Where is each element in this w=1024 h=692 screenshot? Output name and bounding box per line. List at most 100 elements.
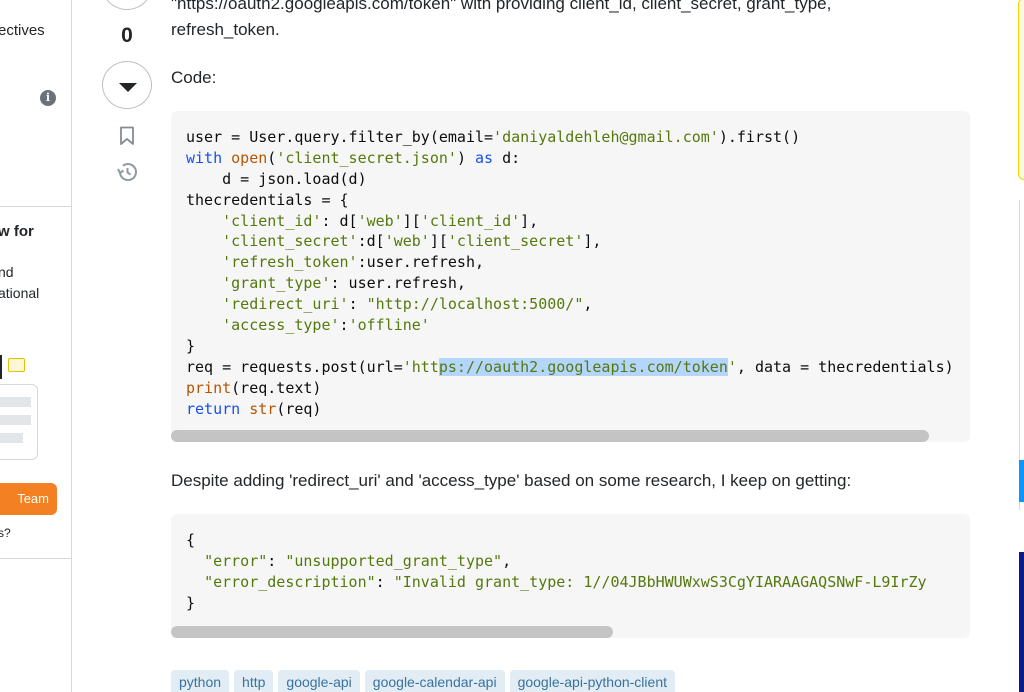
skeleton-line xyxy=(0,415,31,425)
code-line: d = json.load(d) xyxy=(186,169,970,190)
info-icon[interactable]: i xyxy=(40,90,56,106)
sidebar-text-line: ational xyxy=(0,285,40,301)
sidebar-question-link[interactable]: s? xyxy=(0,526,11,540)
code-line: 'grant_type': user.refresh, xyxy=(186,273,970,294)
code-token: : xyxy=(348,295,367,314)
sidebar-illustration-card xyxy=(0,384,38,460)
code-token: str xyxy=(249,399,277,418)
code-line: with open('client_secret.json') as d: xyxy=(186,148,970,169)
code-token: 'client_secret.json' xyxy=(276,148,457,167)
create-team-button[interactable]: Team xyxy=(0,483,57,515)
code-token: : d[ xyxy=(321,211,358,230)
history-icon[interactable] xyxy=(115,160,139,184)
tag-http[interactable]: http xyxy=(234,670,274,692)
code-token: ) xyxy=(456,148,475,167)
code-token: ' xyxy=(727,357,737,376)
code-scrollbar-thumb[interactable] xyxy=(171,430,929,442)
code-token: : user.refresh, xyxy=(330,274,466,293)
vote-controls: 0 xyxy=(100,0,154,200)
code-token: 'htt xyxy=(402,357,439,376)
bookmark-icon[interactable] xyxy=(119,126,135,146)
code-token: return xyxy=(186,399,241,418)
vote-count: 0 xyxy=(121,24,133,47)
code-token: : xyxy=(267,551,286,570)
tag-python[interactable]: python xyxy=(171,670,230,692)
code-token: ], xyxy=(583,232,602,251)
post-paragraph: Despite adding 'redirect_uri' and 'acces… xyxy=(171,471,852,490)
sidebar-item-collectives[interactable]: ectives xyxy=(0,22,45,39)
code-token: , xyxy=(502,551,512,570)
code-token: "error" xyxy=(204,551,268,570)
code-token: 'client_secret' xyxy=(447,232,584,251)
code-token: ).first() xyxy=(718,128,801,146)
code-token: 'offline' xyxy=(348,316,430,335)
code-line: thecredentials = { xyxy=(186,190,970,211)
tag-list: python http google-api google-calendar-api g… xyxy=(171,670,680,692)
code-token: (req) xyxy=(276,399,322,418)
tag-google-api-python-client[interactable]: google-api-python-client xyxy=(509,670,675,692)
code-token: ][ xyxy=(429,232,448,251)
code-line: 'redirect_uri': "http://localhost:5000/"… xyxy=(186,294,970,315)
tag-google-calendar-api[interactable]: google-calendar-api xyxy=(364,670,505,692)
sidebar-divider xyxy=(0,206,71,207)
code-token: 'client_secret' xyxy=(222,232,358,251)
code-token: (req.text) xyxy=(231,378,322,397)
error-output-block[interactable]: { "error": "unsupported_grant_type", "er… xyxy=(171,514,970,638)
code-token: print xyxy=(186,378,232,397)
code-line: return str(req) xyxy=(186,399,970,420)
right-sidebar-notice xyxy=(1018,0,1024,180)
code-token: , xyxy=(583,295,593,314)
code-block[interactable]: user = User.query.filter_by(email='daniy… xyxy=(171,111,970,442)
skeleton-line xyxy=(0,433,23,443)
code-token: "http://localhost:5000/" xyxy=(366,295,584,314)
code-label: Code: xyxy=(171,68,217,87)
sidebar-section-title: w for xyxy=(0,223,34,240)
code-token: } xyxy=(186,336,196,355)
downvote-button[interactable] xyxy=(102,61,152,109)
code-line: { xyxy=(186,530,970,551)
code-token: as xyxy=(475,148,494,167)
code-token: , data = thecredentials) xyxy=(736,357,954,376)
error-scrollbar[interactable] xyxy=(171,626,970,638)
code-token: { xyxy=(186,531,196,549)
code-line: } xyxy=(186,593,970,614)
code-line: 'refresh_token':user.refresh, xyxy=(186,252,970,273)
post-paragraph: "https://oauth2.googleapis.com/token" wi… xyxy=(171,0,832,13)
sidebar-illustration-edge xyxy=(0,355,2,379)
code-token: ps://oauth2.googleapis.com/token xyxy=(438,357,728,376)
code-token: open xyxy=(231,148,268,167)
code-token: d: xyxy=(493,148,521,167)
code-line: user = User.query.filter_by(email='daniy… xyxy=(186,127,970,148)
tag-google-api[interactable]: google-api xyxy=(278,670,360,692)
right-sidebar-accent xyxy=(1019,460,1024,502)
error-scrollbar-thumb[interactable] xyxy=(171,626,613,638)
skeleton-line xyxy=(0,397,31,407)
code-line: req = requests.post(url='https://oauth2.… xyxy=(186,357,970,378)
code-line: "error": "unsupported_grant_type", xyxy=(186,551,970,572)
code-token: : xyxy=(339,316,349,335)
code-token: 'client_id' xyxy=(420,211,521,230)
code-token: 'daniyaldehleh@gmail.com' xyxy=(493,128,719,146)
code-token: "error_description" xyxy=(204,572,376,591)
left-sidebar: ectives i w for nd ational Team s? xyxy=(0,0,72,692)
code-token: 'web' xyxy=(384,232,430,251)
code-token: 'client_id' xyxy=(222,211,322,230)
code-line: 'access_type':'offline' xyxy=(186,315,970,336)
code-token: ][ xyxy=(402,211,421,230)
code-token: 'refresh_token' xyxy=(222,253,358,272)
upvote-button[interactable] xyxy=(102,0,152,10)
chat-bubble-icon xyxy=(8,358,25,372)
code-token: ], xyxy=(520,211,539,230)
code-scrollbar[interactable] xyxy=(171,430,970,442)
code-token: 'redirect_uri' xyxy=(222,295,349,314)
code-token: req = requests.post(url= xyxy=(186,357,403,376)
sidebar-text-line: nd xyxy=(0,264,14,280)
